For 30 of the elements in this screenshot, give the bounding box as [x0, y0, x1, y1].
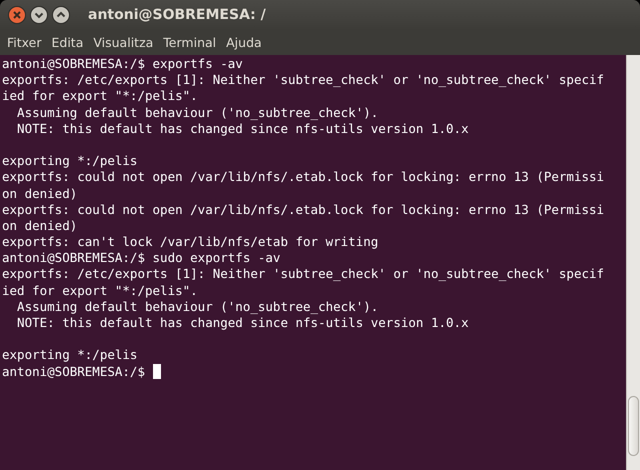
menu-item[interactable]: Visualitza — [88, 35, 158, 50]
terminal-line: ied for export "*:/pelis". — [2, 88, 198, 105]
scrollbar-thumb[interactable] — [628, 396, 639, 456]
terminal-line: exportfs: can't lock /var/lib/nfs/etab for writing — [2, 234, 378, 250]
menu-item[interactable]: Ajuda — [221, 35, 267, 50]
terminal-line: on denied) — [2, 218, 78, 234]
menu-item[interactable]: Terminal — [158, 35, 222, 50]
terminal-line: exporting *:/pelis — [2, 347, 138, 364]
terminal-line: NOTE: this default has changed since nfs-utils version 1.0.x — [16, 315, 469, 332]
scrollbar[interactable] — [626, 55, 640, 470]
terminal-line: exporting *:/pelis — [2, 153, 138, 170]
terminal-line: antoni@SOBREMESA:/$ sudo exportfs -av — [2, 250, 280, 266]
terminal-line: NOTE: this default has changed since nfs-utils version 1.0.x — [16, 120, 469, 137]
menu-item[interactable]: Fitxer — [2, 35, 46, 50]
terminal-line: exportfs: /etc/exports [1]: Neither 'subtree_check' or 'no_subtree_check' specif — [2, 266, 604, 283]
terminal-line: on denied) — [2, 186, 78, 202]
window-title: antoni@SOBREMESA: / — [88, 7, 266, 23]
text-cursor — [152, 364, 161, 380]
terminal-line: Assuming default behaviour ('no_subtree_check'). — [16, 298, 378, 315]
terminal-line: ied for export "*:/pelis". — [2, 282, 198, 299]
terminal-prompt: antoni@SOBREMESA:/$ — [2, 364, 146, 380]
close-icon[interactable] — [8, 6, 26, 24]
minimize-icon[interactable] — [30, 6, 48, 24]
terminal-line: antoni@SOBREMESA:/$ exportfs -av — [2, 56, 243, 72]
menu-item[interactable]: Edita — [46, 35, 88, 50]
terminal-line: exportfs: could not open /var/lib/nfs/.etab.lock for locking: errno 13 (Permissi — [2, 202, 604, 218]
maximize-icon[interactable] — [52, 6, 70, 24]
terminal-line: exportfs: could not open /var/lib/nfs/.etab.lock for locking: errno 13 (Permissi — [2, 169, 604, 186]
terminal-line: Assuming default behaviour ('no_subtree_check'). — [16, 104, 378, 121]
terminal-line: exportfs: /etc/exports [1]: Neither 'subtree_check' or 'no_subtree_check' specif — [2, 72, 604, 88]
